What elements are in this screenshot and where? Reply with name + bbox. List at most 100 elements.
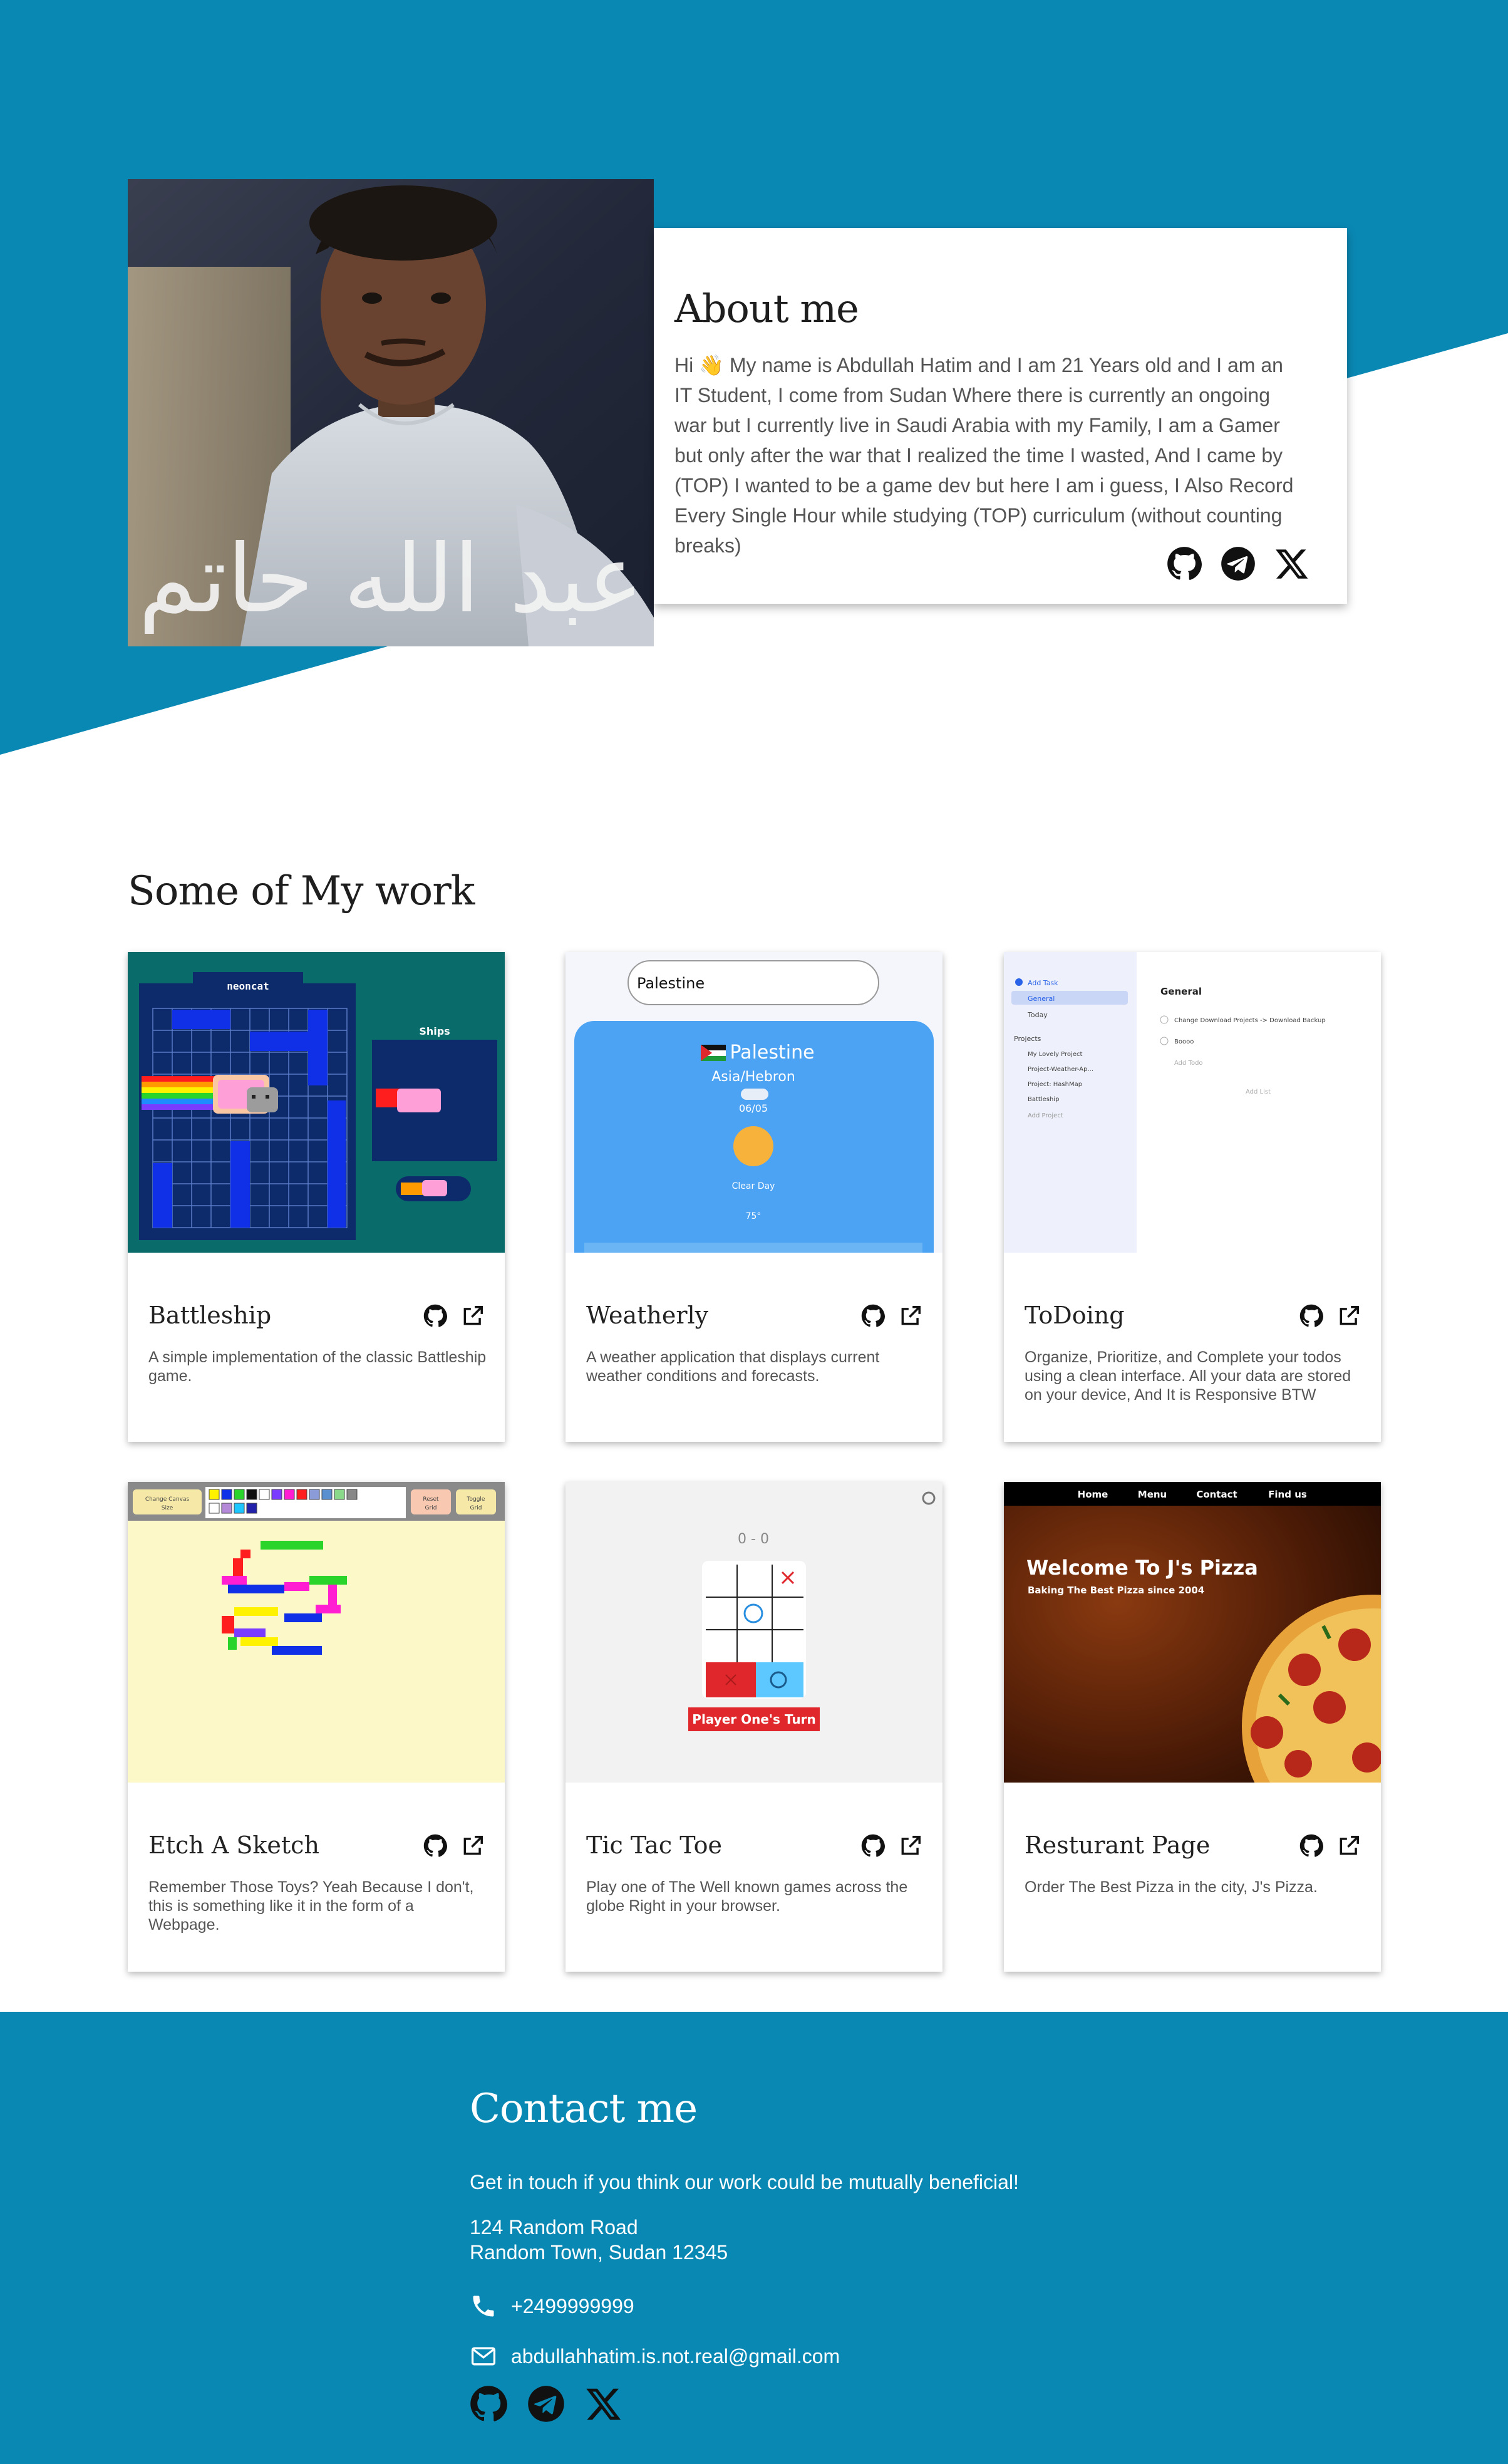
contact-title: Contact me	[470, 2086, 698, 2132]
svg-text:Add Task: Add Task	[1028, 979, 1058, 987]
address-line-2: Random Town, Sudan 12345	[470, 2241, 728, 2264]
svg-text:General: General	[1160, 986, 1202, 997]
svg-text:Ships: Ships	[419, 1025, 450, 1037]
svg-text:Grid: Grid	[470, 1505, 482, 1511]
external-link-icon[interactable]	[461, 1834, 485, 1858]
battleship-screenshot[interactable]: neoncat Ships	[128, 952, 505, 1253]
contact-lead: Get in touch if you think our work could…	[470, 2171, 1019, 2193]
contact-phone[interactable]: +2499999999	[470, 2292, 634, 2320]
svg-text:Find us: Find us	[1268, 1489, 1307, 1500]
svg-text:Menu: Menu	[1138, 1489, 1167, 1500]
project-description: A weather application that displays curr…	[586, 1348, 880, 1385]
telegram-icon[interactable]	[527, 2385, 565, 2423]
svg-text:Projects: Projects	[1014, 1035, 1041, 1043]
project-title: Weatherly	[586, 1302, 709, 1329]
github-icon[interactable]	[470, 2385, 507, 2423]
svg-text:Home: Home	[1078, 1489, 1108, 1500]
project-links	[423, 1304, 485, 1328]
svg-text:Contact: Contact	[1196, 1489, 1237, 1500]
project-links	[861, 1834, 922, 1858]
contact-address: 124 Random Road Random Town, Sudan 12345	[470, 2215, 728, 2265]
portrait-image: عبد الله حاتم	[128, 179, 654, 646]
x-icon[interactable]	[585, 2385, 622, 2423]
svg-text:Palestine: Palestine	[637, 975, 705, 992]
mail-icon	[471, 2347, 496, 2366]
project-title: Battleship	[148, 1302, 272, 1329]
project-title: Tic Tac Toe	[586, 1831, 723, 1859]
project-links	[423, 1834, 485, 1858]
svg-text:Project: HashMap: Project: HashMap	[1028, 1081, 1082, 1088]
svg-text:Baking The Best Pizza since 20: Baking The Best Pizza since 2004	[1028, 1585, 1204, 1596]
github-icon[interactable]	[861, 1304, 885, 1328]
svg-text:Welcome To J's Pizza: Welcome To J's Pizza	[1026, 1556, 1258, 1580]
project-card-etch-a-sketch: Change Canvas Size Reset Grid Toggle Gri…	[128, 1482, 505, 1972]
project-card-weatherly: Palestine Palestine Asia/Hebron 06/05 Cl…	[566, 952, 943, 1442]
tic-tac-toe-screenshot[interactable]: 0 - 0 Player One's Turn	[566, 1482, 943, 1783]
svg-text:Grid: Grid	[425, 1505, 437, 1511]
todoing-screenshot[interactable]: Add Task General Today Projects My Lovel…	[1004, 952, 1381, 1253]
project-description: A simple implementation of the classic B…	[148, 1348, 487, 1385]
svg-text:Player One's Turn: Player One's Turn	[692, 1712, 815, 1727]
weatherly-screenshot[interactable]: Palestine Palestine Asia/Hebron 06/05 Cl…	[566, 952, 943, 1253]
github-icon[interactable]	[1299, 1304, 1323, 1328]
phone-number: +2499999999	[511, 2294, 634, 2317]
github-icon[interactable]	[423, 1304, 447, 1328]
project-description: Organize, Prioritize, and Complete your …	[1025, 1348, 1351, 1404]
project-description: Remember Those Toys? Yeah Because I don'…	[148, 1878, 474, 1933]
contact-email[interactable]: abdullahhatim.is.not.real@gmail.com	[470, 2342, 840, 2370]
about-card: About me Hi 👋 My name is Abdullah Hatim …	[654, 228, 1347, 604]
svg-text:General: General	[1028, 995, 1055, 1003]
github-icon[interactable]	[861, 1834, 885, 1858]
email-address: abdullahhatim.is.not.real@gmail.com	[511, 2344, 840, 2368]
contact-social-links	[470, 2385, 622, 2423]
svg-text:neoncat: neoncat	[227, 980, 269, 992]
svg-text:Change Download Projects -> Do: Change Download Projects -> Download Bac…	[1174, 1017, 1326, 1024]
github-icon[interactable]	[423, 1834, 447, 1858]
calligraphy-overlay: عبد الله حاتم	[138, 525, 643, 634]
project-card-tic-tac-toe: 0 - 0 Player One's Turn Tic Tac Toe Play…	[566, 1482, 943, 1972]
svg-text:0 - 0: 0 - 0	[738, 1531, 769, 1547]
svg-text:Today: Today	[1027, 1011, 1048, 1019]
project-title: Etch A Sketch	[148, 1831, 319, 1859]
x-icon[interactable]	[1274, 546, 1309, 581]
svg-text:Add Todo: Add Todo	[1174, 1060, 1203, 1067]
contact-section: Contact me Get in touch if you think our…	[0, 2012, 1508, 2464]
svg-text:Toggle: Toggle	[467, 1496, 485, 1503]
project-links	[861, 1304, 922, 1328]
svg-text:06/05: 06/05	[739, 1102, 768, 1114]
svg-text:Asia/Hebron: Asia/Hebron	[711, 1069, 795, 1085]
external-link-icon[interactable]	[1337, 1834, 1361, 1858]
svg-text:Battleship: Battleship	[1028, 1096, 1059, 1103]
external-link-icon[interactable]	[899, 1304, 922, 1328]
svg-text:Clear Day: Clear Day	[732, 1181, 775, 1191]
about-title: About me	[674, 286, 859, 331]
svg-text:Add List: Add List	[1246, 1089, 1271, 1095]
project-card-battleship: neoncat Ships Battleship A simple implem…	[128, 952, 505, 1442]
hero-section: عبد الله حاتم About me Hi 👋 My name is A…	[0, 0, 1508, 783]
external-link-icon[interactable]	[899, 1834, 922, 1858]
telegram-icon[interactable]	[1221, 546, 1256, 581]
project-title: Resturant Page	[1025, 1831, 1211, 1859]
svg-text:Project-Weather-Ap...: Project-Weather-Ap...	[1028, 1066, 1093, 1073]
svg-text:Size: Size	[162, 1505, 173, 1511]
resturant-page-screenshot[interactable]: Home Menu Contact Find us Welcome To J's…	[1004, 1482, 1381, 1783]
project-links	[1299, 1834, 1361, 1858]
project-description: Order The Best Pizza in the city, J's Pi…	[1025, 1878, 1318, 1896]
etch-a-sketch-screenshot[interactable]: Change Canvas Size Reset Grid Toggle Gri…	[128, 1482, 505, 1783]
svg-text:Reset: Reset	[423, 1496, 439, 1503]
github-icon[interactable]	[1167, 546, 1202, 581]
github-icon[interactable]	[1299, 1834, 1323, 1858]
about-text: Hi 👋 My name is Abdullah Hatim and I am …	[674, 354, 1294, 557]
svg-text:Boooo: Boooo	[1174, 1038, 1194, 1045]
project-title: ToDoing	[1025, 1302, 1125, 1329]
svg-text:Change Canvas: Change Canvas	[145, 1496, 190, 1503]
phone-icon	[473, 2296, 494, 2317]
work-section-title: Some of My work	[128, 868, 475, 914]
external-link-icon[interactable]	[1337, 1304, 1361, 1328]
external-link-icon[interactable]	[461, 1304, 485, 1328]
svg-text:75°: 75°	[746, 1211, 762, 1221]
project-card-resturant-page: Home Menu Contact Find us Welcome To J's…	[1004, 1482, 1381, 1972]
about-social-links	[1167, 546, 1309, 581]
svg-text:Palestine: Palestine	[730, 1042, 814, 1064]
project-links	[1299, 1304, 1361, 1328]
